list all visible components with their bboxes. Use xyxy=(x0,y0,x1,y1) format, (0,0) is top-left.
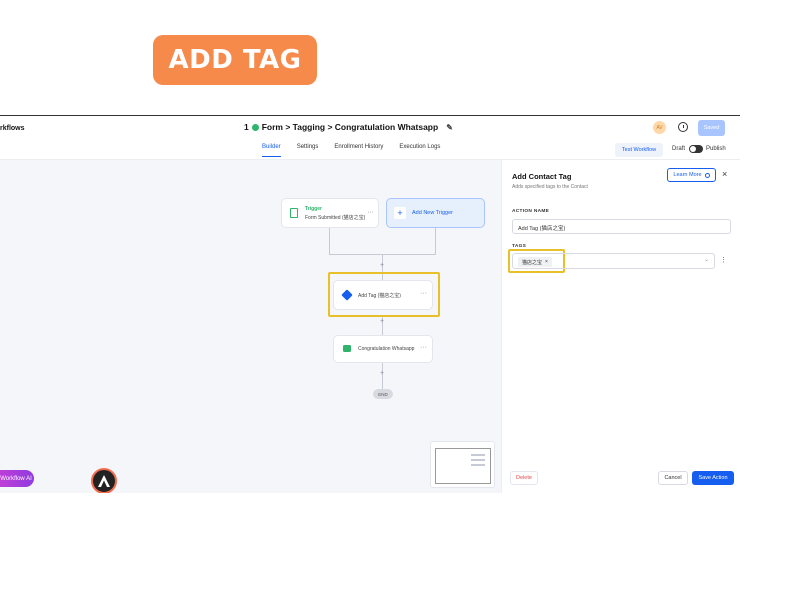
chat-icon xyxy=(343,345,351,352)
draft-label: Draft xyxy=(672,146,686,152)
trigger-node[interactable]: Trigger Form Submitted (猫店之宝) ··· xyxy=(281,198,379,228)
test-workflow-button[interactable]: Test Workflow xyxy=(615,143,663,157)
history-icon[interactable] xyxy=(678,122,688,132)
more-icon[interactable]: ··· xyxy=(420,344,427,351)
learn-more-button[interactable]: Learn More xyxy=(667,168,716,182)
workflow-ai-button[interactable]: Workflow AI xyxy=(0,470,34,487)
trigger-name: Form Submitted (猫店之宝) xyxy=(305,215,366,221)
panel-subtitle: Adds specified tags to the Contact xyxy=(512,184,588,190)
publish-label: Publish xyxy=(706,146,726,152)
logo-a-icon xyxy=(98,475,110,487)
add-new-trigger-button[interactable]: + Add New Trigger xyxy=(386,198,485,228)
lightbulb-icon xyxy=(704,172,710,178)
trigger-type-label: Trigger xyxy=(305,206,322,212)
add-tag-node[interactable]: Add Tag (猫店之宝) ··· xyxy=(333,280,433,310)
learn-more-label: Learn More xyxy=(673,172,702,178)
delete-button[interactable]: Delete xyxy=(510,471,538,485)
action-name-input[interactable]: Add Tag (猫店之宝) xyxy=(512,219,731,234)
connector-line xyxy=(435,228,436,254)
publish-toggle[interactable] xyxy=(689,145,703,153)
add-trigger-label: Add New Trigger xyxy=(412,210,453,216)
tab-builder[interactable]: Builder xyxy=(262,144,281,157)
whatsapp-node[interactable]: Congratulation Whatsapp ··· xyxy=(333,335,433,363)
app-header: rkflows 1 Form > Tagging > Congratulatio… xyxy=(0,116,740,160)
action-name-label: ACTION NAME xyxy=(512,209,550,214)
workflow-title: 1 Form > Tagging > Congratulation Whatsa… xyxy=(244,122,453,132)
clipboard-icon xyxy=(290,208,298,218)
minimap[interactable] xyxy=(430,441,495,488)
whatsapp-node-label: Congratulation Whatsapp xyxy=(358,346,415,352)
tab-bar: Builder Settings Enrollment History Exec… xyxy=(262,144,440,157)
stage: ADD TAG rkflows 1 Form > Tagging > Congr… xyxy=(0,0,800,600)
title-prefix: 1 xyxy=(244,122,249,132)
action-panel: Add Contact Tag Adds specified tags to t… xyxy=(501,160,740,493)
save-action-button[interactable]: Save Action xyxy=(692,471,734,485)
minimap-bar xyxy=(471,459,485,461)
workflow-title-text: Form > Tagging > Congratulation Whatsapp xyxy=(261,122,439,132)
add-step-icon[interactable]: + xyxy=(380,318,384,325)
saved-button[interactable]: Saved xyxy=(698,120,725,136)
logo-icon xyxy=(91,468,117,493)
add-tag-badge: ADD TAG xyxy=(153,35,317,85)
tag-icon xyxy=(341,289,353,301)
pencil-icon[interactable]: ✎ xyxy=(446,123,453,132)
close-icon[interactable]: × xyxy=(722,169,727,179)
brand-label: rkflows xyxy=(0,125,25,132)
tab-execution-logs[interactable]: Execution Logs xyxy=(399,144,440,157)
workflow-canvas[interactable]: Trigger Form Submitted (猫店之宝) ··· + Add … xyxy=(0,160,501,493)
minimap-bar xyxy=(471,454,485,456)
remove-tag-icon[interactable]: × xyxy=(545,259,548,265)
tag-chip-label: 猫店之宝 xyxy=(522,259,543,266)
add-step-icon[interactable]: + xyxy=(380,370,384,377)
more-icon[interactable]: ··· xyxy=(420,290,427,297)
tag-node-label: Add Tag (猫店之宝) xyxy=(358,293,401,299)
end-pill: END xyxy=(373,389,393,399)
avatar[interactable]: AV xyxy=(653,121,666,134)
plus-icon: + xyxy=(394,207,406,219)
tags-select[interactable]: 猫店之宝 × ⌄ xyxy=(512,253,715,269)
tab-settings[interactable]: Settings xyxy=(297,144,319,157)
tab-enrollment-history[interactable]: Enrollment History xyxy=(334,144,383,157)
minimap-bar xyxy=(471,464,485,466)
globe-icon xyxy=(251,123,259,131)
add-step-icon[interactable]: + xyxy=(380,262,384,269)
workflow-app: rkflows 1 Form > Tagging > Congratulatio… xyxy=(0,115,740,493)
kebab-menu-icon[interactable]: ⋮ xyxy=(720,256,727,264)
connector-line xyxy=(329,228,330,254)
tag-chip: 猫店之宝 × xyxy=(518,257,552,267)
more-icon[interactable]: ··· xyxy=(368,209,374,216)
cancel-button[interactable]: Cancel xyxy=(658,471,688,485)
chevron-down-icon[interactable]: ⌄ xyxy=(704,256,709,263)
panel-title: Add Contact Tag xyxy=(512,172,572,181)
